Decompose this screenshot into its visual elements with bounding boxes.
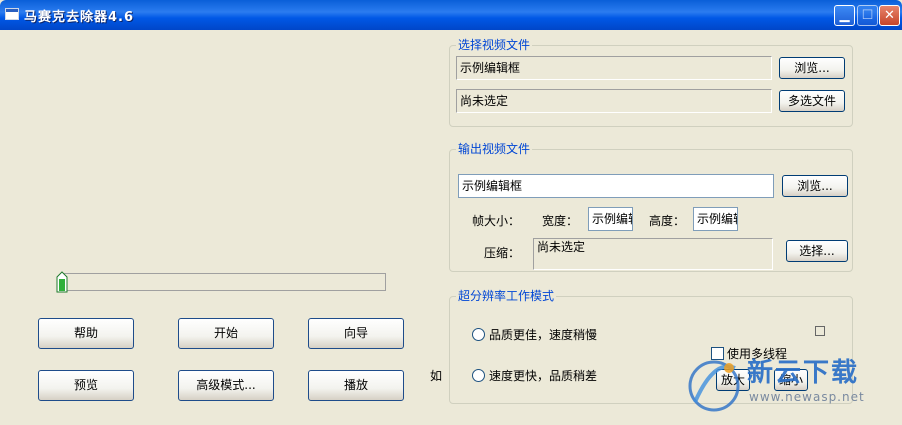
site-watermark: 新云下载 www.newasp.net — [685, 352, 899, 420]
width-label: 宽度： — [542, 214, 579, 228]
width-input[interactable]: 示例编辑 — [588, 207, 633, 231]
compress-label: 压缩： — [484, 246, 521, 260]
preview-button[interactable]: 预览 — [38, 370, 134, 401]
output-video-group-label: 输出视频文件 — [456, 142, 533, 156]
minimize-icon: ▁ — [839, 8, 850, 23]
close-button[interactable]: ✕ — [879, 5, 900, 26]
maximize-icon: ☐ — [861, 8, 874, 23]
quality-mode-radio[interactable] — [472, 328, 485, 341]
maximize-button[interactable]: ☐ — [857, 5, 878, 26]
stray-label: 如 — [430, 369, 443, 383]
wizard-button[interactable]: 向导 — [308, 318, 404, 349]
start-button[interactable]: 开始 — [178, 318, 274, 349]
progress-bar — [56, 271, 386, 293]
input-file-field[interactable]: 示例编辑框 — [456, 56, 772, 80]
super-resolution-group-label: 超分辨率工作模式 — [456, 289, 557, 303]
compress-codec-field: 尚未选定 — [533, 238, 773, 270]
minimize-button[interactable]: ▁ — [834, 5, 855, 26]
watermark-url: www.newasp.net — [749, 390, 865, 404]
input-browse-button[interactable]: 浏览... — [779, 57, 845, 79]
quality-mode-label[interactable]: 品质更佳，速度稍慢 — [489, 328, 597, 342]
watermark-brand: 新云下载 — [747, 358, 860, 388]
app-window-icon — [5, 8, 19, 20]
height-input[interactable]: 示例编辑 — [693, 207, 738, 231]
app-window: 马赛克去除器4.6 ▁ ☐ ✕ 帮助 开始 向导 预览 高级模式... 播放 如 — [0, 0, 902, 425]
close-icon: ✕ — [884, 8, 895, 23]
speed-mode-radio[interactable] — [472, 369, 485, 382]
play-button[interactable]: 播放 — [308, 370, 404, 401]
input-status-field: 尚未选定 — [456, 89, 772, 113]
window-title: 马赛克去除器4.6 — [24, 10, 135, 25]
multi-select-files-button[interactable]: 多选文件 — [779, 90, 845, 112]
advanced-mode-button[interactable]: 高级模式... — [178, 370, 274, 401]
input-video-group: 选择视频文件 示例编辑框 尚未选定 浏览... 多选文件 — [449, 38, 853, 127]
output-file-input[interactable]: 示例编辑框 — [458, 174, 774, 198]
frame-size-label: 帧大小： — [472, 214, 521, 228]
input-video-group-label: 选择视频文件 — [456, 38, 533, 52]
select-codec-button[interactable]: 选择... — [786, 240, 848, 262]
output-video-group: 输出视频文件 示例编辑框 浏览... 帧大小： 宽度： 示例编辑 高度： 示例编… — [449, 142, 853, 272]
output-browse-button[interactable]: 浏览... — [782, 175, 848, 197]
help-button[interactable]: 帮助 — [38, 318, 134, 349]
height-label: 高度： — [649, 214, 686, 228]
progress-thumb-icon[interactable] — [56, 271, 68, 293]
client-area: 帮助 开始 向导 预览 高级模式... 播放 如 选择视频文件 示例编辑框 尚未… — [3, 30, 899, 422]
watermark-logo-icon — [688, 360, 740, 412]
sizegrip-icon — [815, 326, 825, 336]
speed-mode-label[interactable]: 速度更快，品质稍差 — [489, 369, 597, 383]
title-bar[interactable]: 马赛克去除器4.6 ▁ ☐ ✕ — [0, 0, 902, 30]
